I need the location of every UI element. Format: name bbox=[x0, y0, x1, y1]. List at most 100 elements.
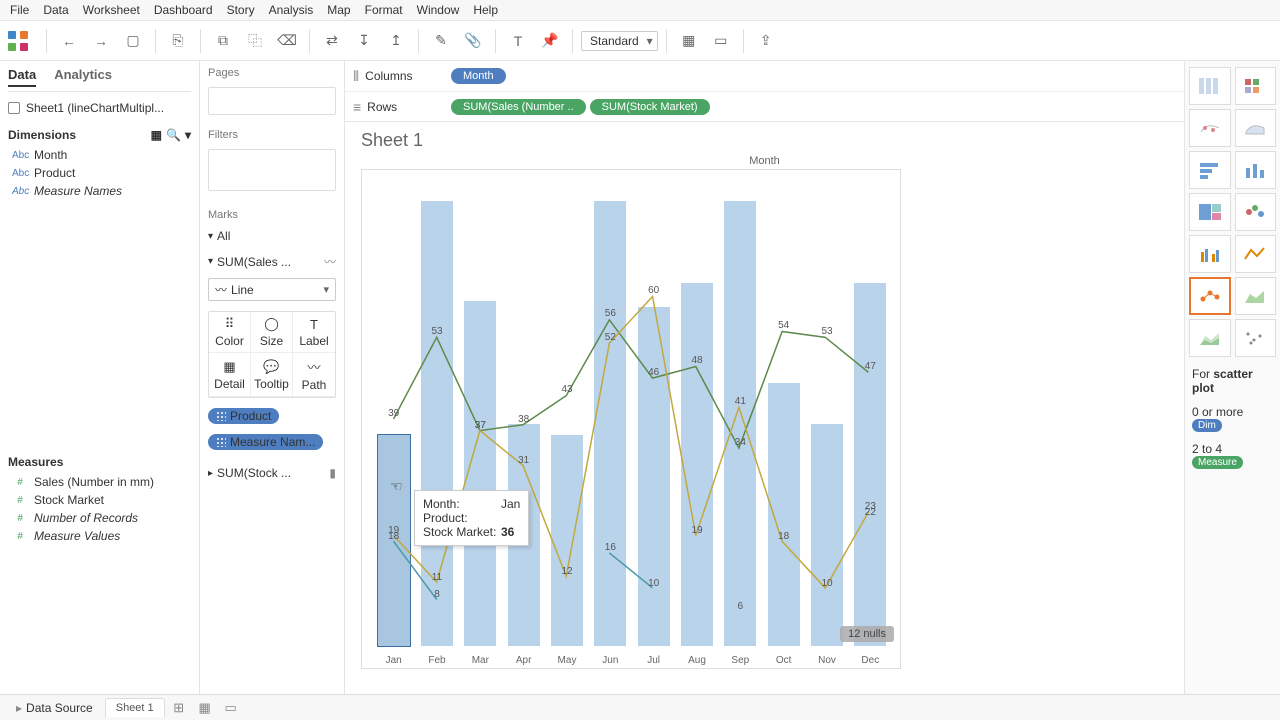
search-icon[interactable]: 🔍 bbox=[166, 128, 181, 142]
marks-all[interactable]: ▾All bbox=[208, 227, 336, 245]
rows-shelf[interactable]: SUM(Sales (Number .. SUM(Stock Market) bbox=[451, 99, 710, 115]
datasource-icon bbox=[8, 102, 20, 114]
sm-circle[interactable] bbox=[1235, 193, 1277, 231]
presentation-icon[interactable]: ▭ bbox=[707, 27, 735, 55]
hash-icon: # bbox=[12, 477, 28, 488]
field-measure-values[interactable]: #Measure Values bbox=[8, 527, 191, 545]
fit-select[interactable]: Standard bbox=[581, 31, 658, 51]
bar[interactable] bbox=[854, 283, 886, 646]
x-tick-label: Jul bbox=[632, 655, 676, 666]
pill-measure-names[interactable]: Measure Nam... bbox=[208, 434, 323, 450]
pill-month[interactable]: Month bbox=[451, 68, 506, 84]
tab-data-source[interactable]: Data Source bbox=[6, 698, 103, 718]
sm-map-filled[interactable] bbox=[1235, 109, 1277, 147]
show-cards-icon[interactable]: ▦ bbox=[675, 27, 703, 55]
bar[interactable] bbox=[551, 435, 583, 646]
point-label: 19 bbox=[691, 525, 702, 536]
new-dashboard-tab-icon[interactable]: ▦ bbox=[193, 700, 217, 716]
back-icon[interactable]: ← bbox=[55, 27, 83, 55]
mark-label[interactable]: TLabel bbox=[293, 312, 335, 353]
sm-hbar[interactable] bbox=[1189, 151, 1231, 189]
chart-view[interactable]: 12 nulls ☜ JanFebMarAprMayJunJulAugSepOc… bbox=[361, 169, 901, 669]
sm-heatmap[interactable] bbox=[1235, 67, 1277, 105]
save-icon[interactable]: ▢ bbox=[119, 27, 147, 55]
sm-side-by-side[interactable] bbox=[1189, 235, 1231, 273]
point-label: 39 bbox=[388, 408, 399, 419]
field-number-records[interactable]: #Number of Records bbox=[8, 509, 191, 527]
swap-icon[interactable]: ⇄ bbox=[318, 27, 346, 55]
sm-map-symbol[interactable] bbox=[1189, 109, 1231, 147]
highlight-icon[interactable]: ✎ bbox=[427, 27, 455, 55]
sm-text-table[interactable] bbox=[1189, 67, 1231, 105]
duplicate-icon[interactable]: ⿻ bbox=[241, 27, 269, 55]
sm-vbar[interactable] bbox=[1235, 151, 1277, 189]
clear-icon[interactable]: ⌫ bbox=[273, 27, 301, 55]
field-sales[interactable]: #Sales (Number in mm) bbox=[8, 473, 191, 491]
datasource-item[interactable]: Sheet1 (lineChartMultipl... bbox=[8, 98, 191, 118]
sheet-title[interactable]: Sheet 1 bbox=[361, 130, 1168, 151]
menu-help[interactable]: Help bbox=[473, 3, 498, 17]
pages-label: Pages bbox=[208, 67, 336, 79]
sm-dual-combo[interactable] bbox=[1189, 277, 1231, 315]
pill-sum-sales[interactable]: SUM(Sales (Number .. bbox=[451, 99, 586, 115]
menu-format[interactable]: Format bbox=[365, 3, 403, 17]
forward-icon[interactable]: → bbox=[87, 27, 115, 55]
menu-worksheet[interactable]: Worksheet bbox=[83, 3, 140, 17]
menu-map[interactable]: Map bbox=[327, 3, 350, 17]
mark-detail[interactable]: ▦Detail bbox=[209, 353, 251, 397]
mark-type-select[interactable]: 〰Line bbox=[208, 278, 336, 301]
menu-window[interactable]: Window bbox=[417, 3, 460, 17]
mark-color[interactable]: ⠿Color bbox=[209, 312, 251, 353]
mark-size[interactable]: ◯Size bbox=[251, 312, 293, 353]
marks-sum-sales[interactable]: ▾SUM(Sales ...〰 bbox=[208, 251, 336, 272]
new-story-tab-icon[interactable]: ▭ bbox=[219, 700, 243, 716]
new-worksheet-tab-icon[interactable]: ⊞ bbox=[167, 700, 191, 716]
marks-sum-stock[interactable]: ▸SUM(Stock ...▮ bbox=[208, 464, 336, 482]
new-worksheet-icon[interactable]: ⧉ bbox=[209, 27, 237, 55]
chevron-down-icon[interactable]: ▾ bbox=[185, 128, 191, 142]
filters-shelf[interactable] bbox=[208, 149, 336, 191]
sm-line-cont[interactable] bbox=[1235, 235, 1277, 273]
color-legend-icon bbox=[216, 411, 226, 421]
bar[interactable] bbox=[724, 201, 756, 646]
sm-area-disc[interactable] bbox=[1189, 319, 1231, 357]
menu-analysis[interactable]: Analysis bbox=[269, 3, 314, 17]
pin-icon[interactable]: 📌 bbox=[536, 27, 564, 55]
field-measure-names[interactable]: AbcMeasure Names bbox=[8, 182, 191, 200]
field-stock-market[interactable]: #Stock Market bbox=[8, 491, 191, 509]
bar[interactable] bbox=[464, 301, 496, 646]
columns-shelf[interactable]: Month bbox=[451, 68, 506, 84]
field-product[interactable]: AbcProduct bbox=[8, 164, 191, 182]
labels-icon[interactable]: T bbox=[504, 27, 532, 55]
bar[interactable] bbox=[681, 283, 713, 646]
tab-analytics[interactable]: Analytics bbox=[54, 67, 112, 87]
bar[interactable] bbox=[811, 424, 843, 646]
field-month[interactable]: AbcMonth bbox=[8, 146, 191, 164]
sm-scatter[interactable] bbox=[1235, 319, 1277, 357]
mark-path[interactable]: 〰Path bbox=[293, 353, 335, 397]
tab-sheet1[interactable]: Sheet 1 bbox=[105, 698, 165, 717]
share-icon[interactable]: ⇪ bbox=[752, 27, 780, 55]
nulls-indicator[interactable]: 12 nulls bbox=[840, 626, 894, 642]
pages-shelf[interactable] bbox=[208, 87, 336, 115]
sm-treemap[interactable] bbox=[1189, 193, 1231, 231]
sm-area[interactable] bbox=[1235, 277, 1277, 315]
tab-data[interactable]: Data bbox=[8, 67, 36, 87]
mark-tooltip[interactable]: 💬Tooltip bbox=[251, 353, 293, 397]
table-view-icon[interactable]: ▦ bbox=[151, 128, 162, 142]
x-tick-label: Jan bbox=[372, 655, 416, 666]
menu-story[interactable]: Story bbox=[227, 3, 255, 17]
sort-desc-icon[interactable]: ↥ bbox=[382, 27, 410, 55]
new-datasource-icon[interactable]: ⎘ bbox=[164, 27, 192, 55]
menu-dashboard[interactable]: Dashboard bbox=[154, 3, 213, 17]
menu-data[interactable]: Data bbox=[43, 3, 68, 17]
bar[interactable] bbox=[638, 307, 670, 646]
sort-asc-icon[interactable]: ↧ bbox=[350, 27, 378, 55]
pill-sum-stock[interactable]: SUM(Stock Market) bbox=[590, 99, 710, 115]
pill-product[interactable]: Product bbox=[208, 408, 279, 424]
menu-file[interactable]: File bbox=[10, 3, 29, 17]
bar[interactable] bbox=[768, 383, 800, 646]
group-icon[interactable]: 📎 bbox=[459, 27, 487, 55]
hash-icon: # bbox=[12, 531, 28, 542]
bar[interactable] bbox=[594, 201, 626, 646]
